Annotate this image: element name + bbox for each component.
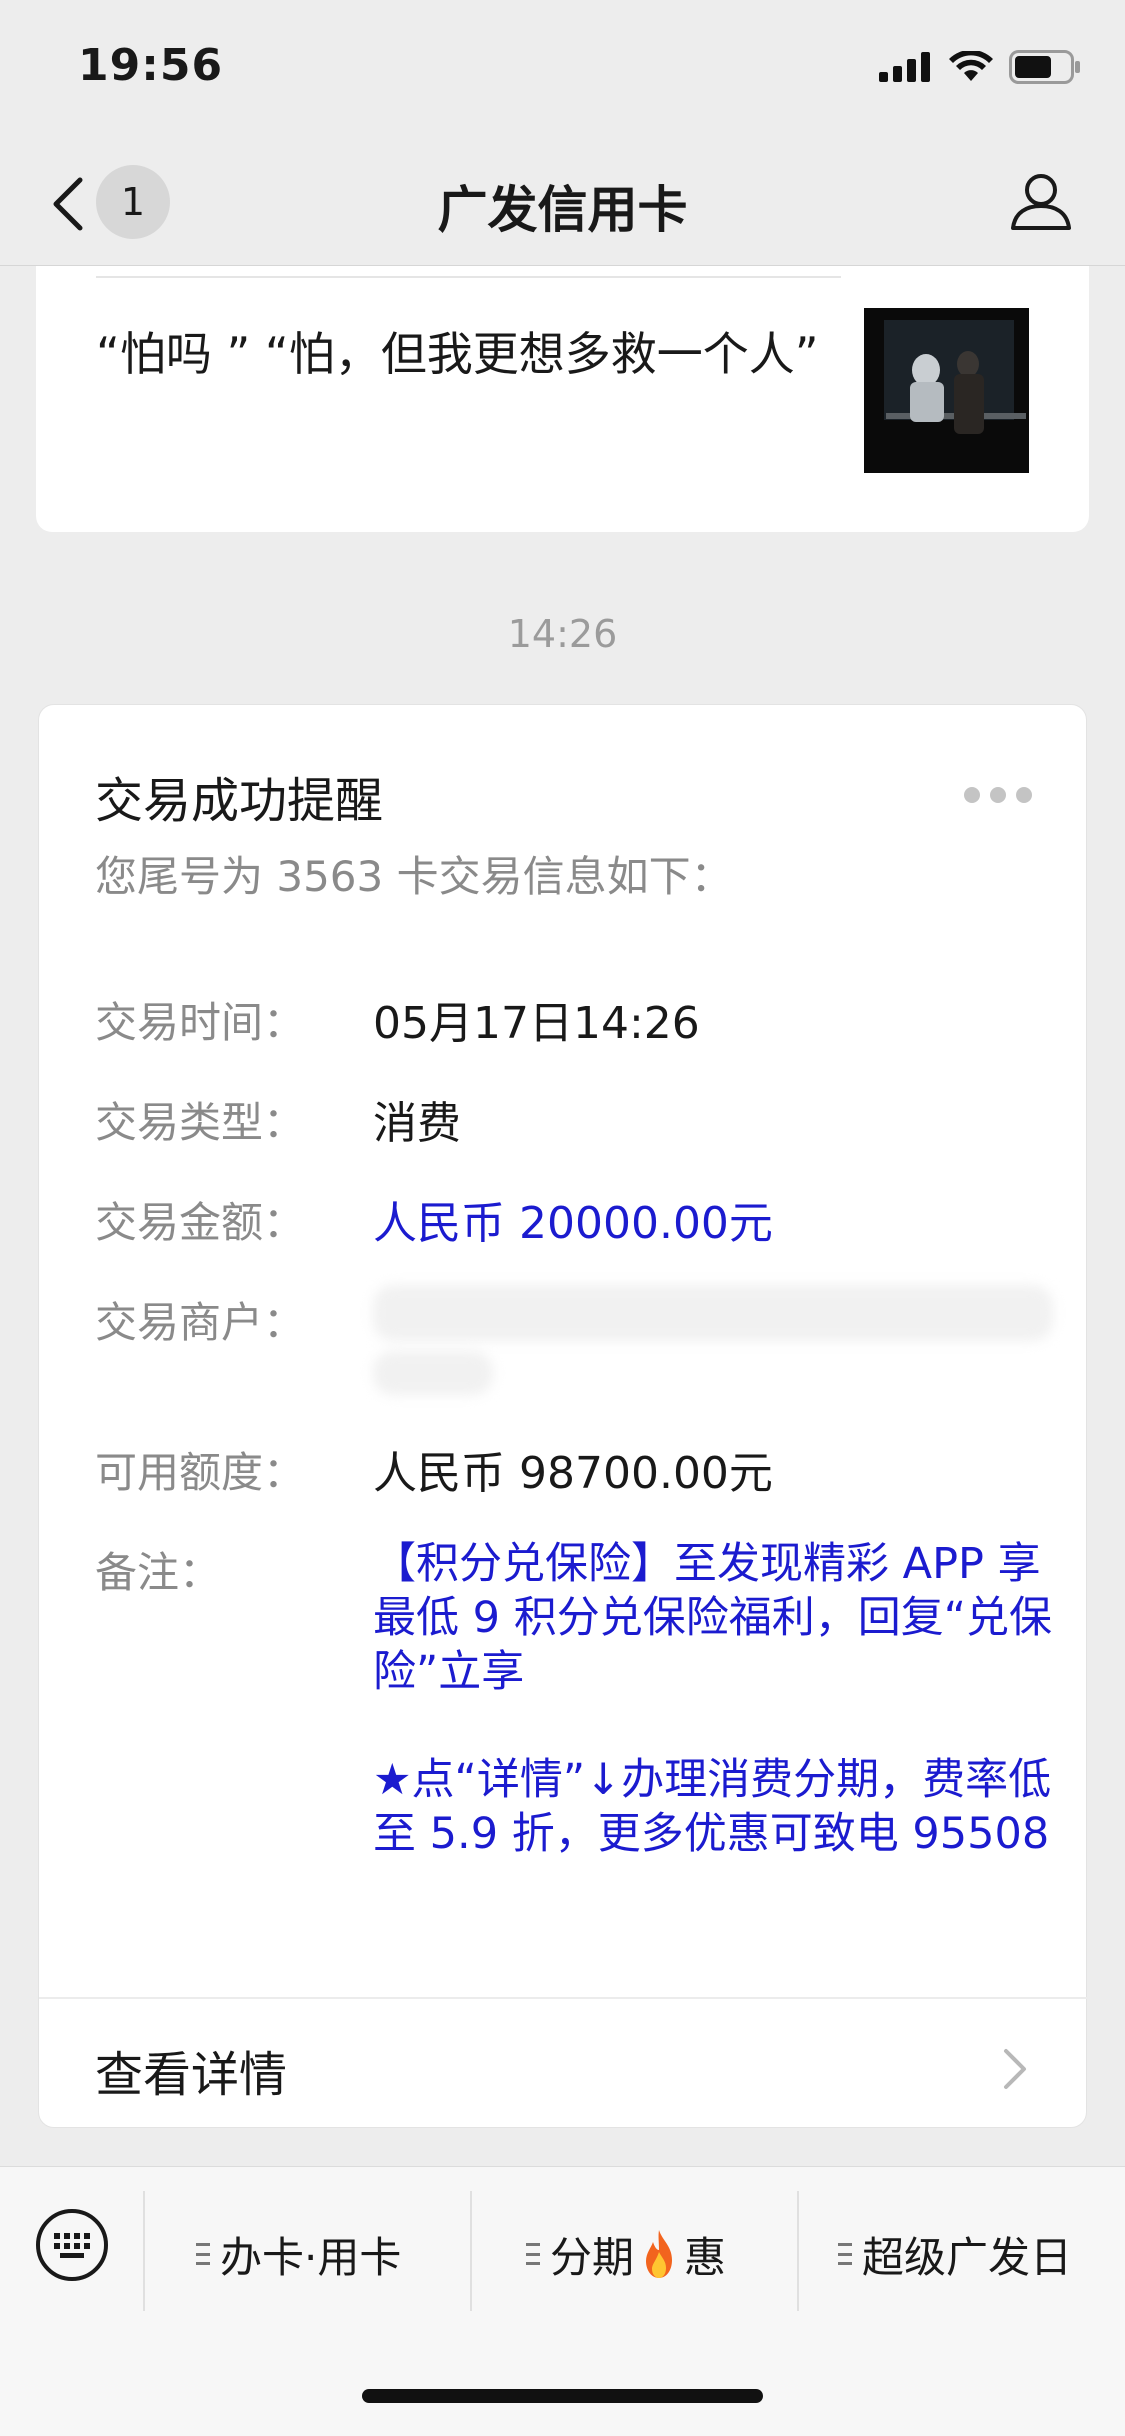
battery-icon — [1009, 50, 1080, 84]
article-thumbnail[interactable] — [864, 308, 1029, 473]
field-label-time: 交易时间： — [95, 998, 306, 1047]
nav-bar: 1 广发信用卡 — [0, 140, 1125, 266]
status-time: 19:56 — [78, 40, 224, 91]
profile-icon[interactable] — [1009, 168, 1073, 232]
menu-separator — [470, 2191, 472, 2311]
page-title: 广发信用卡 — [437, 181, 688, 239]
menu-item-installment[interactable]: 分期 惠 — [526, 2219, 726, 2289]
wifi-icon — [949, 51, 993, 81]
field-label-amount: 交易金额： — [95, 1198, 306, 1247]
message-subtitle: 您尾号为 3563 卡交易信息如下： — [95, 852, 733, 901]
submenu-icon — [196, 2243, 210, 2265]
remark-paragraph-1: 【积分兑保险】至发现精彩 APP 享最低 9 积分兑保险福利，回复“兑保险”立享 — [373, 1539, 1052, 1697]
menu-item-label-after: 惠 — [684, 2232, 727, 2282]
menu-separator — [143, 2191, 145, 2311]
article-card[interactable]: “怕吗 ” “怕，但我更想多救一个人” — [36, 266, 1089, 532]
field-label-merchant: 交易商户： — [95, 1298, 306, 1347]
article-title[interactable]: “怕吗 ” “怕，但我更想多救一个人” — [96, 322, 836, 386]
wechat-chat-screen: 19:56 1 广发信用卡 “怕吗 ” “怕，但我更想多救一个人” 14:26 … — [0, 0, 1125, 2436]
transaction-message-card[interactable]: 交易成功提醒 您尾号为 3563 卡交易信息如下： 交易时间： 05月17日14… — [38, 704, 1088, 2128]
menu-item-label: 办卡·用卡 — [220, 2232, 402, 2282]
field-value-available-credit: 人民币 98700.00元 — [373, 1448, 773, 1499]
remark-text: 【积分兑保险】至发现精彩 APP 享最低 9 积分兑保险福利，回复“兑保险”立享… — [373, 1537, 1063, 1915]
home-indicator[interactable] — [362, 2389, 763, 2403]
message-timestamp: 14:26 — [507, 612, 618, 656]
more-options-icon[interactable] — [964, 787, 1032, 803]
cellular-signal-icon — [879, 52, 930, 82]
message-title: 交易成功提醒 — [95, 773, 384, 829]
keyboard-toggle-icon[interactable] — [34, 2207, 110, 2283]
status-bar: 19:56 — [0, 0, 1125, 140]
field-value-time: 05月17日14:26 — [373, 998, 700, 1049]
field-label-type: 交易类型： — [95, 1098, 306, 1147]
menu-item-super-day[interactable]: 超级广发日 — [838, 2219, 1072, 2289]
merchant-redacted-2 — [373, 1351, 493, 1395]
submenu-icon — [526, 2243, 540, 2265]
chevron-right-icon[interactable] — [1000, 2045, 1030, 2093]
card-divider — [39, 1997, 1088, 1999]
status-icons — [879, 50, 1081, 84]
menu-item-label-before: 分期 — [550, 2232, 635, 2282]
menu-item-label: 超级广发日 — [862, 2232, 1073, 2282]
view-details-link[interactable]: 查看详情 — [95, 2035, 287, 2105]
field-label-remark: 备注： — [95, 1548, 222, 1597]
merchant-redacted — [373, 1285, 1053, 1341]
fire-icon — [646, 2230, 673, 2278]
field-label-available-credit: 可用额度： — [95, 1448, 306, 1497]
menu-item-card-apply[interactable]: 办卡·用卡 — [196, 2219, 401, 2289]
remark-paragraph-2: ★点“详情”↓办理消费分期，费率低至 5.9 折，更多优惠可致电 95508 — [373, 1755, 1052, 1859]
field-value-type: 消费 — [373, 1098, 461, 1149]
field-value-amount: 人民币 20000.00元 — [373, 1198, 773, 1249]
article-divider — [96, 276, 841, 278]
menu-separator — [797, 2191, 799, 2311]
submenu-icon — [838, 2243, 852, 2265]
